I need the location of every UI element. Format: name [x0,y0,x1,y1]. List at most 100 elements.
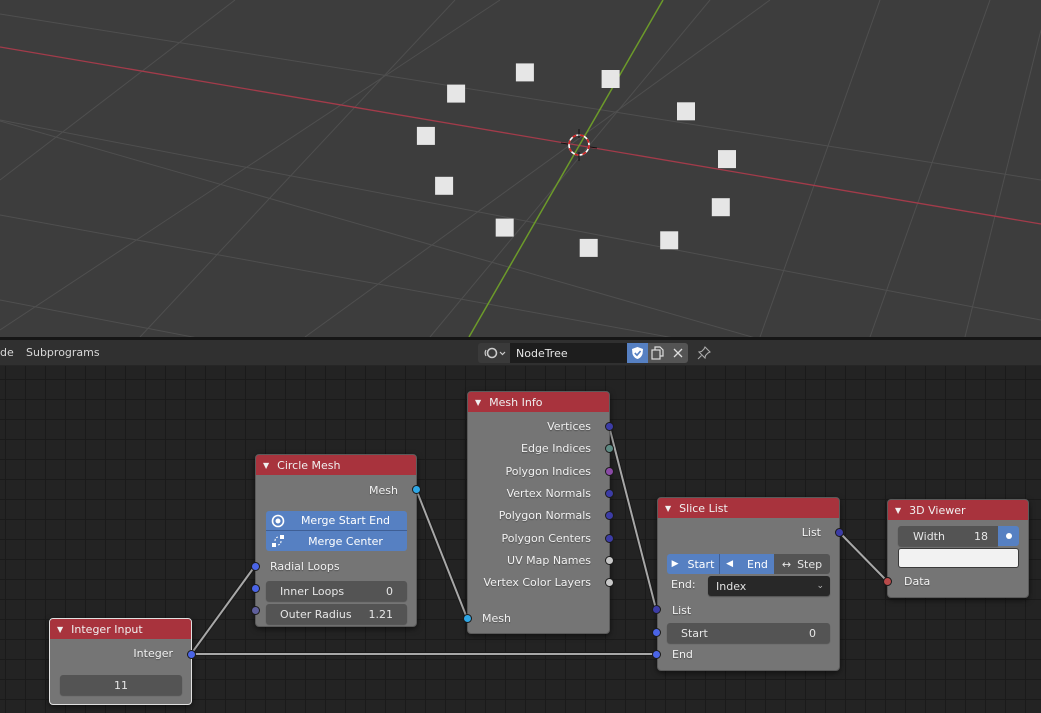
end-mode-dropdown[interactable]: Index ⌄ [708,576,830,596]
output-edge-indices-label: Edge Indices [521,442,591,455]
duplicate-button[interactable] [648,343,668,363]
grid-line [139,0,456,337]
grid-line [0,299,196,337]
node-tree-name: NodeTree [516,346,568,360]
socket-data-input[interactable] [883,577,892,586]
integer-value: 11 [114,678,128,692]
play-left-icon: ◀ [726,559,733,569]
chevron-down-icon: ⌄ [816,581,824,591]
socket-slice-list-input[interactable] [652,605,661,614]
node-title: Slice List [679,501,728,515]
outer-radius-label: Outer Radius [280,607,352,621]
width-field[interactable]: Width 18 [898,526,998,546]
input-data-label: Data [904,575,931,588]
node-editor-canvas[interactable]: ▼ Integer Input Integer 11 ▼ Circle Mesh… [0,366,1041,713]
node-title: 3D Viewer [909,503,966,517]
socket-polygon-indices-output[interactable] [605,467,614,476]
node-slice-list[interactable]: ▼ Slice List List ▶ Start ◀ End ↔ Step E… [657,497,840,671]
menu-subprograms[interactable]: Subprograms [26,346,100,359]
dot-icon [1005,533,1012,539]
3d-viewport[interactable] [0,0,1041,337]
shield-check-icon [632,347,643,359]
socket-vertices-output[interactable] [605,422,614,431]
collapse-triangle-icon[interactable]: ▼ [895,506,901,515]
collapse-triangle-icon[interactable]: ▼ [263,461,269,470]
pin-button[interactable] [694,343,714,363]
node-editor-header: de Subprograms NodeTree [0,340,1041,366]
grid-line [304,0,771,337]
duplicate-icon [651,346,664,360]
vertex-point [447,84,466,103]
socket-inner-loops-input[interactable] [251,584,260,593]
socket-slice-list-output[interactable] [835,528,844,537]
mode-step-button[interactable]: ↔ Step [774,554,830,574]
link-vertices-to-slice-list[interactable] [607,425,658,610]
socket-integer-output[interactable] [187,650,196,659]
end-mode-value: Index [716,579,747,593]
mode-end-button[interactable]: ◀ End [720,554,774,574]
socket-radial-loops-input[interactable] [251,562,260,571]
socket-end-input[interactable] [652,650,661,659]
socket-start-input[interactable] [652,628,661,637]
node-mesh-info[interactable]: ▼ Mesh Info Vertices Edge Indices Polygo… [467,391,610,634]
vertex-point [711,198,730,217]
output-integer-label: Integer [133,647,173,660]
link-integer-to-radial-loops[interactable] [189,564,257,656]
node-header[interactable]: ▼ Slice List [658,498,839,518]
collapse-triangle-icon[interactable]: ▼ [57,625,63,634]
node-header[interactable]: ▼ Integer Input [50,619,191,639]
draw-toggle-button[interactable] [998,526,1019,546]
node-tree-type-selector[interactable] [478,343,510,363]
input-mesh-label: Mesh [482,612,511,625]
socket-uv-map-names-output[interactable] [605,556,614,565]
grid-line [0,214,672,337]
mode-start-button[interactable]: ▶ Start [667,554,720,574]
socket-polygon-normals-output[interactable] [605,511,614,520]
link-circle-mesh-to-mesh-info[interactable] [414,488,469,619]
outer-radius-field[interactable]: Outer Radius 1.21 [266,604,407,624]
unlink-button[interactable] [668,343,688,363]
mode-end-label: End [747,557,768,571]
vertex-point [515,63,534,82]
output-vertices-label: Vertices [547,420,591,433]
fake-user-button[interactable] [627,343,648,363]
vertex-point [677,102,695,121]
vertex-point [435,176,454,195]
output-vertex-normals-label: Vertex Normals [506,487,591,500]
node-header[interactable]: ▼ Mesh Info [468,392,609,412]
node-integer-input[interactable]: ▼ Integer Input Integer 11 [49,618,192,705]
node-header[interactable]: ▼ 3D Viewer [888,500,1028,520]
input-radial-loops-label: Radial Loops [270,560,340,573]
merge-center-toggle[interactable]: Merge Center [266,531,407,551]
vertex-point [495,218,514,237]
node-header[interactable]: ▼ Circle Mesh [256,455,416,475]
menu-node[interactable]: de [0,346,14,359]
socket-edge-indices-output[interactable] [605,444,614,453]
merge-start-end-toggle[interactable]: Merge Start End [266,511,407,531]
socket-vertex-normals-output[interactable] [605,489,614,498]
integer-value-field[interactable]: 11 [60,675,182,695]
mode-start-label: Start [687,557,715,571]
output-polygon-normals-label: Polygon Normals [498,509,591,522]
link-slice-list-to-viewer[interactable] [837,530,889,583]
inner-loops-value: 0 [386,584,393,598]
node-tree-name-field[interactable]: NodeTree [510,343,627,363]
socket-vertex-color-layers-output[interactable] [605,578,614,587]
arrows-horizontal-icon: ↔ [781,557,792,571]
outer-radius-value: 1.21 [368,607,394,621]
grid-line [0,119,1041,321]
viewport-canvas [0,0,1041,337]
inner-loops-field[interactable]: Inner Loops 0 [266,581,407,601]
collapse-triangle-icon[interactable]: ▼ [475,398,481,407]
socket-mesh-info-input[interactable] [463,614,472,623]
start-field[interactable]: Start 0 [667,623,830,643]
color-swatch[interactable] [898,548,1019,568]
socket-outer-radius-input[interactable] [251,606,260,615]
vertex-point [660,231,679,250]
node-3d-viewer[interactable]: ▼ 3D Viewer Width 18 Data [887,499,1029,598]
merge-start-end-label: Merge Start End [300,514,391,527]
node-circle-mesh[interactable]: ▼ Circle Mesh Mesh Merge Start End Merge… [255,454,417,627]
socket-polygon-centers-output[interactable] [605,534,614,543]
collapse-triangle-icon[interactable]: ▼ [665,504,671,513]
socket-circle-mesh-output[interactable] [412,485,421,494]
